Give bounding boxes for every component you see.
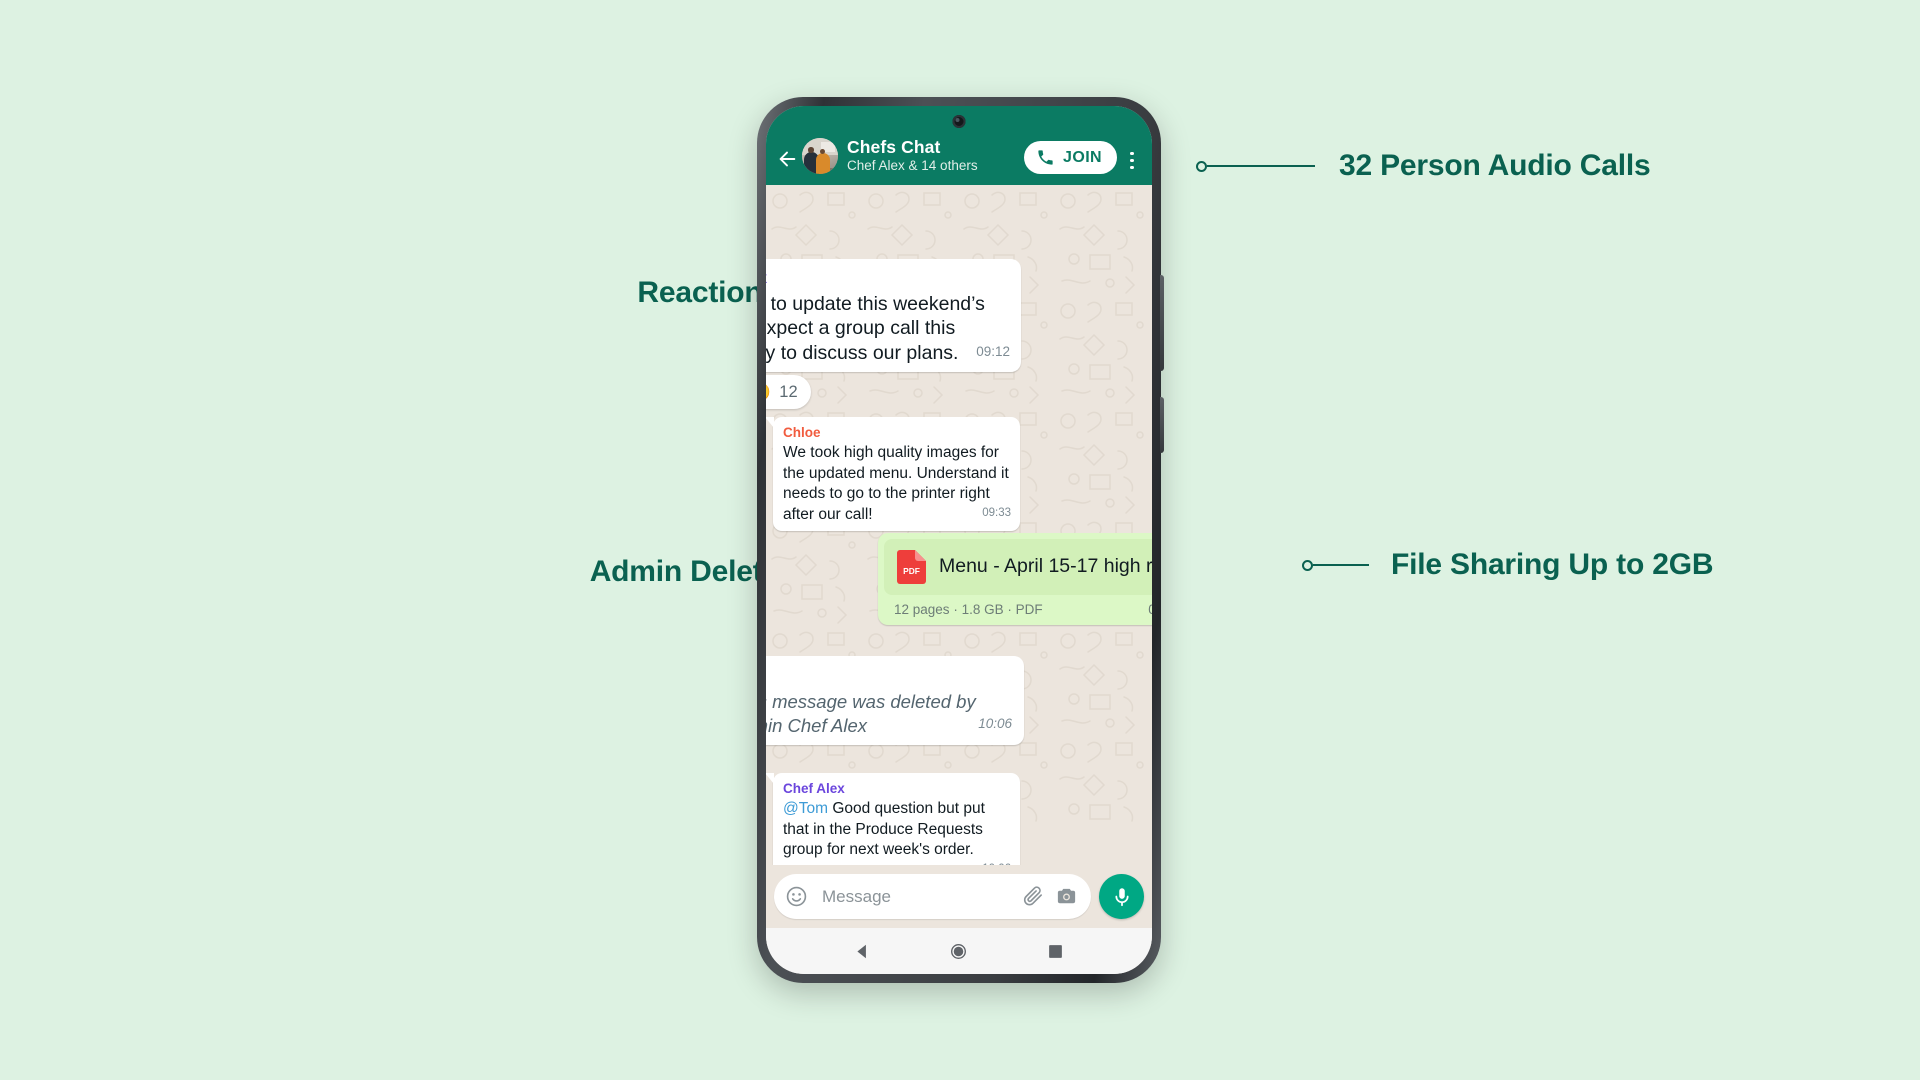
svg-text:PDF: PDF: [903, 566, 920, 576]
message-sender: Chef Alex: [766, 268, 1010, 290]
file-attachment-row[interactable]: PDF Menu - April 15-17 high res: [884, 539, 1152, 595]
message-bubble-tom-deleted[interactable]: Tom This message was deleted by admin Ch…: [766, 656, 1024, 745]
phone-mockup: Chefs Chat Chef Alex & 14 others JOIN to…: [757, 97, 1164, 983]
reaction-emoji-smile[interactable]: 🙂: [766, 383, 771, 401]
pdf-file-icon: PDF: [897, 550, 926, 584]
message-input-bar: Message: [766, 865, 1152, 928]
deleted-message-row: This message was deleted by admin Chef A…: [766, 690, 1012, 738]
message-bubble-chef-alex-2[interactable]: Chef Alex @Tom Good question but put tha…: [766, 773, 1020, 865]
message-bubble-chloe[interactable]: Chloe We took high quality images for th…: [766, 417, 1020, 532]
chat-message-list[interactable]: Chef Alex Working to update this weekend…: [766, 185, 1152, 865]
message-sender: Tom: [766, 665, 1012, 687]
message-input-pill[interactable]: Message: [774, 874, 1091, 919]
annotation-connector-line: [1313, 564, 1369, 566]
android-navigation-bar: [766, 928, 1152, 974]
message-sender: Chloe: [783, 425, 821, 440]
file-name: Menu - April 15-17 high res: [939, 555, 1152, 578]
deleted-message-text: This message was deleted by admin Chef A…: [766, 690, 1012, 736]
volume-button[interactable]: [1160, 275, 1164, 371]
avatar[interactable]: [802, 138, 838, 174]
annotation-connector-line: [1207, 165, 1315, 167]
reaction-pill[interactable]: 👍 🙏 🙂 12: [766, 375, 811, 409]
file-meta-details: 12 pages · 1.8 GB · PDF: [894, 602, 1043, 617]
paperclip-icon[interactable]: [1022, 885, 1045, 908]
join-call-button[interactable]: JOIN: [1024, 141, 1117, 174]
message-sender: Chef Alex: [783, 781, 845, 796]
chat-title-block[interactable]: Chefs Chat Chef Alex & 14 others: [847, 137, 1024, 175]
message-bubble-file[interactable]: PDF Menu - April 15-17 high res 12 pages…: [878, 533, 1152, 625]
kebab-menu-icon[interactable]: [1123, 151, 1141, 169]
message-text: Working to update this weekend’s menu. E…: [766, 292, 1010, 364]
message-timestamp: 09:34: [1148, 602, 1152, 617]
message-input-placeholder[interactable]: Message: [818, 887, 1012, 907]
annotation-label: Admin Delete: [589, 555, 780, 588]
phone-icon: [1038, 150, 1053, 165]
join-label: JOIN: [1063, 148, 1102, 166]
annotation-label: 32 Person Audio Calls: [1339, 149, 1651, 182]
annotation-dot-icon: [1302, 559, 1313, 571]
message-timestamp: 09:33: [982, 506, 1011, 519]
message-timestamp: 09:12: [976, 343, 1010, 359]
mention-link[interactable]: @Tom: [783, 800, 828, 817]
file-meta-row: 12 pages · 1.8 GB · PDF 09:34: [884, 595, 1152, 619]
camera-icon[interactable]: [1055, 885, 1078, 908]
nav-recents-square-icon[interactable]: [1047, 943, 1064, 960]
annotation-label: File Sharing Up to 2GB: [1391, 548, 1714, 581]
message-text: @Tom Good question but put that in the P…: [783, 799, 1011, 865]
front-camera-icon: [952, 115, 966, 128]
nav-back-triangle-icon[interactable]: [854, 943, 871, 960]
voice-message-button[interactable]: [1099, 874, 1144, 919]
chat-header: Chefs Chat Chef Alex & 14 others JOIN: [766, 106, 1152, 185]
message-text: We took high quality images for the upda…: [783, 444, 1011, 523]
annotation-audio-calls: 32 Person Audio Calls: [1196, 149, 1651, 182]
reaction-count: 12: [779, 382, 798, 401]
annotation-dot-icon: [1196, 160, 1207, 172]
chat-title: Chefs Chat: [847, 137, 941, 158]
message-bubble-chef-alex-1[interactable]: Chef Alex Working to update this weekend…: [766, 259, 1021, 373]
message-timestamp: 10:06: [978, 715, 1012, 731]
nav-home-circle-icon[interactable]: [950, 943, 967, 960]
back-arrow-icon[interactable]: [776, 148, 798, 170]
microphone-icon: [1114, 887, 1129, 906]
chat-subtitle: Chef Alex & 14 others: [847, 158, 978, 174]
annotation-file-sharing: File Sharing Up to 2GB: [1302, 550, 1713, 580]
emoji-smiley-icon[interactable]: [785, 885, 808, 908]
power-button[interactable]: [1160, 397, 1164, 453]
phone-screen: Chefs Chat Chef Alex & 14 others JOIN to…: [766, 106, 1152, 974]
